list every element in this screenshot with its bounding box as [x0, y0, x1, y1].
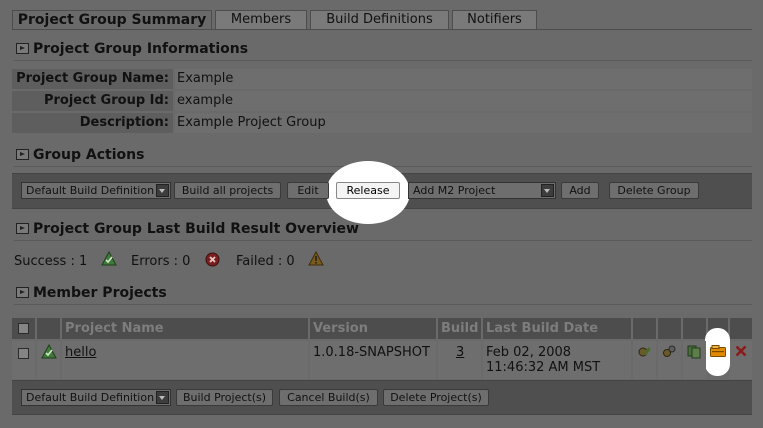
- chevron-down-icon: [156, 391, 169, 404]
- build-all-projects-button[interactable]: Build all projects: [174, 182, 281, 199]
- error-icon: [205, 252, 220, 271]
- release-button[interactable]: Release: [336, 182, 400, 199]
- select-all-cell: [12, 318, 35, 339]
- section-actions-title: Group Actions: [33, 147, 145, 163]
- tab-build-definitions[interactable]: Build Definitions: [310, 10, 449, 30]
- action-column-header: [730, 318, 752, 339]
- info-row-description: Description: Example Project Group: [12, 113, 752, 133]
- project-group-name-value: Example: [175, 69, 752, 89]
- row-action-cell: [708, 341, 728, 379]
- description-value: Example Project Group: [175, 113, 752, 133]
- row-action-cell: [633, 341, 656, 379]
- collapse-icon[interactable]: [16, 149, 29, 160]
- add-project-select[interactable]: Add M2 Project: [408, 182, 556, 199]
- row-last-build-date: Feb 02, 2008 11:46:32 AM MST: [483, 341, 631, 379]
- delete-icon[interactable]: [735, 345, 747, 361]
- row-status-cell: [37, 341, 60, 379]
- delete-group-button[interactable]: Delete Group: [609, 182, 699, 199]
- action-column-header: [683, 318, 706, 339]
- failed-icon: [308, 250, 324, 270]
- description-label: Description:: [12, 113, 173, 133]
- member-build-definition-select[interactable]: Default Build Definition: [21, 389, 171, 406]
- failed-count: Failed : 0: [236, 254, 295, 269]
- section-info-title: Project Group Informations: [33, 41, 249, 57]
- errors-count: Errors : 0: [131, 254, 191, 269]
- info-row-id: Project Group Id: example: [12, 91, 752, 111]
- success-count: Success : 1: [14, 254, 88, 269]
- chevron-down-icon: [156, 184, 169, 197]
- section-overview-header[interactable]: Project Group Last Build Result Overview: [14, 220, 752, 241]
- member-build-definition-value: Default Build Definition: [26, 391, 155, 404]
- project-group-id-value: example: [175, 91, 752, 111]
- build-definition-select[interactable]: Default Build Definition: [21, 182, 171, 199]
- tab-members[interactable]: Members: [215, 10, 307, 30]
- tab-notifiers[interactable]: Notifiers: [452, 10, 537, 30]
- release-icon[interactable]: [710, 345, 726, 361]
- row-action-cell: [683, 341, 706, 379]
- status-column-header: [37, 318, 60, 339]
- action-column-header: [658, 318, 681, 339]
- select-all-checkbox[interactable]: [18, 323, 29, 334]
- section-members-header[interactable]: Member Projects: [14, 284, 752, 305]
- project-group-id-label: Project Group Id:: [12, 91, 173, 111]
- section-members-title: Member Projects: [33, 285, 167, 301]
- info-row-name: Project Group Name: Example: [12, 69, 752, 89]
- column-version[interactable]: Version: [310, 318, 436, 339]
- action-column-header: [633, 318, 656, 339]
- build-time: 11:46:32 AM MST: [486, 360, 601, 375]
- build-projects-button[interactable]: Build Project(s): [176, 389, 273, 406]
- column-project-name[interactable]: Project Name: [62, 318, 308, 339]
- copy-icon[interactable]: [687, 345, 701, 363]
- row-version: 1.0.18-SNAPSHOT: [310, 341, 436, 379]
- row-action-cell: [658, 341, 681, 379]
- column-last-build-date[interactable]: Last Build Date: [483, 318, 631, 339]
- build-def-icon[interactable]: [662, 345, 676, 363]
- collapse-icon[interactable]: [16, 223, 29, 234]
- collapse-icon[interactable]: [16, 43, 29, 54]
- chevron-down-icon: [541, 184, 554, 197]
- delete-projects-button[interactable]: Delete Project(s): [383, 389, 489, 406]
- section-info-header[interactable]: Project Group Informations: [14, 40, 752, 61]
- add-button[interactable]: Add: [561, 182, 599, 199]
- tab-project-group-summary[interactable]: Project Group Summary: [12, 10, 212, 30]
- section-overview-title: Project Group Last Build Result Overview: [33, 221, 359, 237]
- column-build[interactable]: Build: [438, 318, 481, 339]
- build-date: Feb 02, 2008: [486, 345, 572, 360]
- row-build-cell: 3: [438, 341, 481, 379]
- build-icon[interactable]: [637, 345, 651, 363]
- add-project-value: Add M2 Project: [413, 184, 496, 197]
- project-group-name-label: Project Group Name:: [12, 69, 173, 89]
- table-row: [12, 341, 35, 379]
- edit-button[interactable]: Edit: [287, 182, 329, 199]
- build-number-link[interactable]: 3: [456, 345, 464, 360]
- row-project-name-cell: hello: [62, 341, 308, 379]
- cancel-builds-button[interactable]: Cancel Build(s): [279, 389, 378, 406]
- success-icon: [101, 250, 117, 270]
- row-checkbox[interactable]: [18, 348, 29, 359]
- row-action-cell: [730, 341, 752, 379]
- collapse-icon[interactable]: [16, 287, 29, 298]
- build-definition-value: Default Build Definition: [26, 184, 155, 197]
- project-name-link[interactable]: hello: [65, 345, 96, 360]
- tab-divider: [12, 29, 752, 30]
- success-icon: [41, 343, 57, 363]
